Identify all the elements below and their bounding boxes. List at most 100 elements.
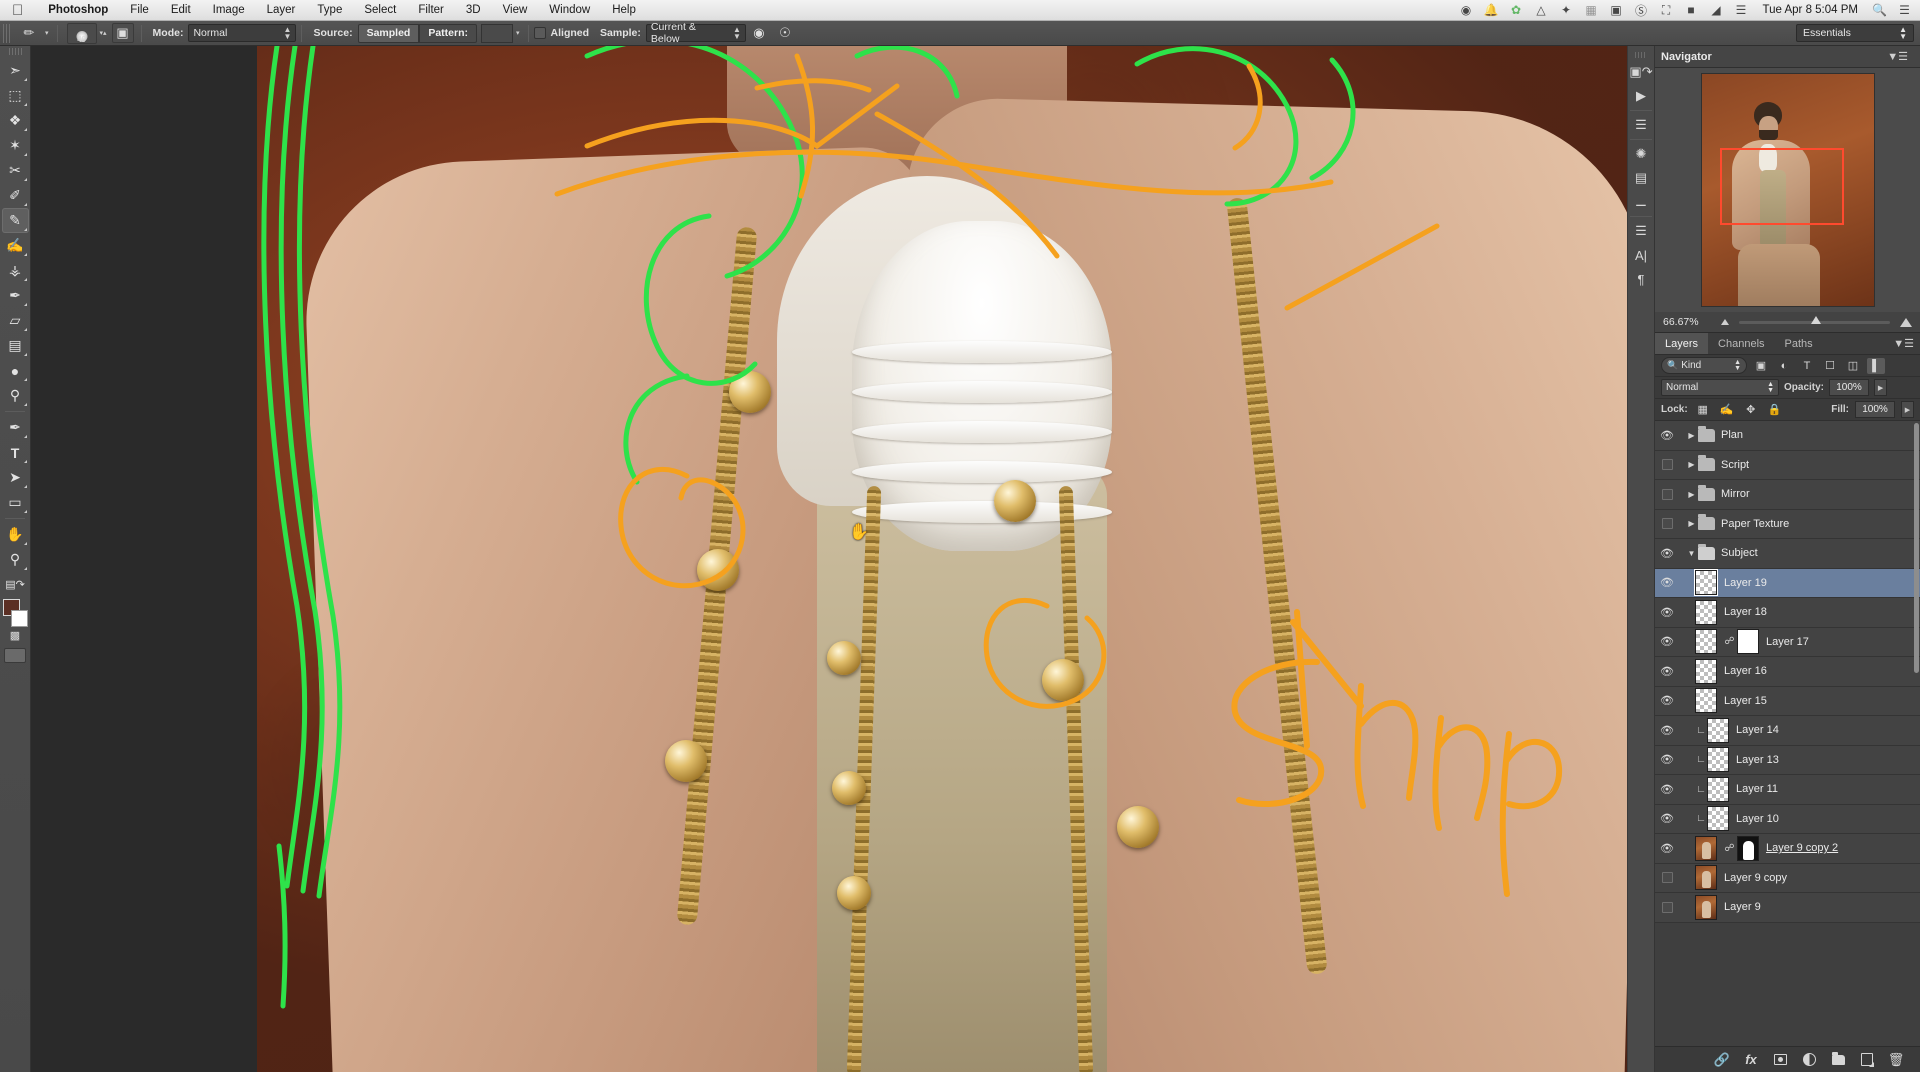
tool-preset-chevron-icon[interactable]: ▾ [45,29,49,37]
layer-name[interactable]: Plan [1721,429,1743,441]
clone-source-icon[interactable]: ✺ [1629,142,1653,166]
chevron-right-icon[interactable]: ▶ [1685,490,1698,499]
layer-row[interactable]: ▶ Mirror [1655,480,1920,510]
layer-row[interactable]: ▶ Script [1655,450,1920,480]
toolbar-grip[interactable] [8,48,22,55]
layer-row[interactable]: 👁 ▼ Subject [1655,539,1920,569]
navigator-thumbnail-area[interactable] [1655,68,1920,312]
layer-visibility-icon[interactable]: 👁 [1655,598,1679,627]
input-source-icon[interactable]: ☰ [1734,3,1749,18]
layer-visibility-icon[interactable]: 👁 [1655,745,1679,774]
wifi-icon[interactable]: ◢ [1709,3,1724,18]
menu-help[interactable]: Help [601,0,647,21]
menu-type[interactable]: Type [306,0,353,21]
layer-visibility-off-icon[interactable] [1655,480,1679,509]
layer-visibility-icon[interactable]: 👁 [1655,716,1679,745]
layer-name[interactable]: Mirror [1721,488,1750,500]
layer-thumbnail[interactable] [1695,835,1717,861]
add-layer-mask-icon[interactable] [1772,1052,1788,1068]
layer-row[interactable]: 👁 ∟ Layer 14 [1655,716,1920,746]
options-bar-grip[interactable] [3,23,12,43]
clone-stamp-tool[interactable]: ⚶ [2,258,29,283]
dock-grip[interactable] [1635,52,1647,58]
layer-row[interactable]: 👁 Layer 16 [1655,657,1920,687]
layer-visibility-icon[interactable]: 👁 [1655,421,1679,450]
menu-edit[interactable]: Edit [160,0,202,21]
menu-3d[interactable]: 3D [455,0,492,21]
move-tool[interactable]: ➣ [2,58,29,83]
navigator-view-box[interactable] [1719,148,1844,225]
new-layer-icon[interactable] [1859,1052,1875,1068]
layer-list[interactable]: 👁 ▶ Plan ▶ Script ▶ Mirror ▶ Paper Texture 👁 ▼ Subj… [1655,421,1920,1046]
quick-mask-icon[interactable]: ▩ [4,627,27,644]
tab-layers[interactable]: Layers [1655,333,1709,354]
menu-file[interactable]: File [119,0,160,21]
layer-thumbnail[interactable] [1707,717,1729,743]
zoom-out-icon[interactable] [1720,319,1729,325]
layer-row[interactable]: 👁 ∟ Layer 10 [1655,804,1920,834]
layer-row[interactable]: 👁 Layer 18 [1655,598,1920,628]
navigator-zoom-slider[interactable] [1738,315,1890,324]
brush-picker-chevron-icon[interactable]: ▾▴ [100,29,107,37]
layer-name[interactable]: Script [1721,459,1749,471]
layer-name[interactable]: Layer 13 [1736,754,1779,766]
eyedropper-tool[interactable]: ✐ [2,183,29,208]
menu-filter[interactable]: Filter [407,0,455,21]
layer-thumbnail[interactable] [1695,658,1717,684]
blend-mode-select[interactable]: Normal ▲ ▼ [188,24,297,42]
layer-visibility-icon[interactable]: 👁 [1655,539,1679,568]
layer-row[interactable]: 👁 ∟ Layer 13 [1655,745,1920,775]
layer-name[interactable]: Layer 10 [1736,813,1779,825]
document-canvas-area[interactable]: ✋ NG 人人素材社区 [31,46,1655,1072]
pen-tool[interactable]: ✒ [2,415,29,440]
layer-row[interactable]: 👁 ∟ Layer 11 [1655,775,1920,805]
gradient-tool[interactable]: ▤ [2,333,29,358]
background-color-swatch[interactable] [10,610,28,627]
layer-thumbnail[interactable] [1695,865,1717,891]
mask-link-icon[interactable]: ☍ [1724,636,1735,647]
history-brush-tool[interactable]: ✒ [2,283,29,308]
layer-mask-thumbnail[interactable] [1737,835,1759,861]
layer-thumbnail[interactable] [1694,569,1718,597]
default-colors-icon[interactable]: ▤↷ [2,572,29,597]
menu-app-name[interactable]: Photoshop [37,0,119,21]
record-icon[interactable]: ◉ [1459,3,1474,18]
lock-transparent-pixels-icon[interactable]: ▦ [1694,402,1712,418]
layer-name[interactable]: Layer 14 [1736,724,1779,736]
lasso-tool[interactable]: ❖ [2,108,29,133]
layer-thumbnail[interactable] [1695,599,1717,625]
healing-brush-icon[interactable]: ✏ [18,23,40,43]
opacity-stepper-icon[interactable]: ▶ [1874,379,1888,396]
chevron-right-icon[interactable]: ▶ [1685,431,1698,440]
zoom-in-icon[interactable] [1900,317,1912,327]
lock-position-icon[interactable]: ✥ [1742,402,1760,418]
layer-name[interactable]: Layer 9 copy [1724,872,1787,884]
layer-name[interactable]: Layer 18 [1724,606,1767,618]
layer-row[interactable]: Layer 9 [1655,893,1920,923]
layer-visibility-off-icon[interactable] [1655,509,1679,538]
menu-select[interactable]: Select [353,0,407,21]
layer-visibility-icon[interactable]: 👁 [1655,657,1679,686]
layer-visibility-off-icon[interactable] [1655,863,1679,892]
actions-play-icon[interactable]: ▶ [1629,84,1653,108]
airplay-icon[interactable]: ⛶ [1659,3,1674,18]
dodge-tool[interactable]: ⚲ [2,383,29,408]
layer-row[interactable]: 👁 Layer 15 [1655,686,1920,716]
tab-channels[interactable]: Channels [1708,333,1774,354]
menu-view[interactable]: View [492,0,539,21]
layer-list-scrollbar[interactable] [1914,423,1919,673]
rounded-rectangle-tool[interactable]: ▭ [2,490,29,515]
layer-name[interactable]: Layer 16 [1724,665,1767,677]
sample-select[interactable]: Current & Below ▲ ▼ [645,21,746,45]
layer-visibility-off-icon[interactable] [1655,893,1679,922]
channels-stack-icon[interactable]: ☰ [1629,219,1653,243]
paragraph-icon[interactable]: ¶ [1629,267,1653,291]
panel-menu-icon[interactable]: ▼☰ [1893,333,1920,354]
apple-icon[interactable]:  [12,3,23,18]
menu-window[interactable]: Window [538,0,601,21]
layer-name[interactable]: Layer 15 [1724,695,1767,707]
layer-visibility-off-icon[interactable] [1655,450,1679,479]
filter-kind-select[interactable]: 🔍 Kind ▲ ▼ [1661,357,1747,374]
menu-layer[interactable]: Layer [256,0,307,21]
layer-mask-thumbnail[interactable] [1737,629,1759,655]
